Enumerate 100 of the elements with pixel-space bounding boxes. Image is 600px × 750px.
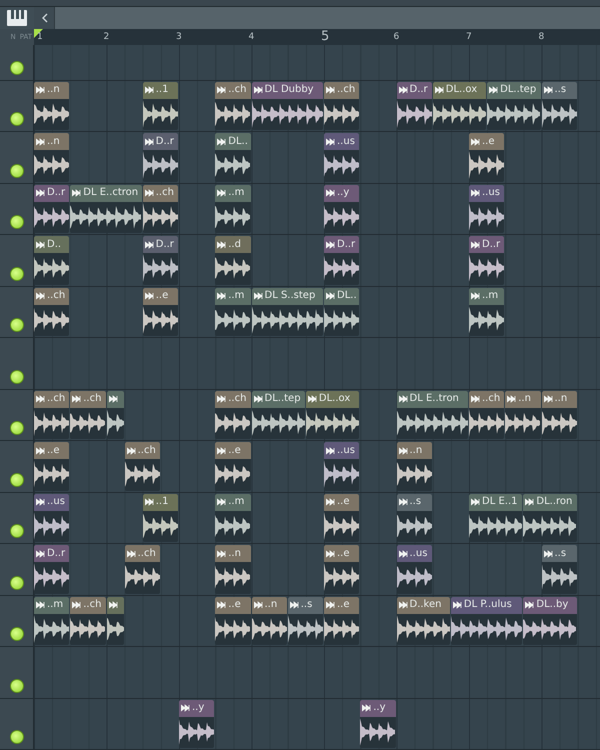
audio-clip[interactable]: DL..by <box>523 596 577 645</box>
audio-clip[interactable]: ..1 <box>142 82 178 130</box>
track-led[interactable] <box>10 60 24 74</box>
audio-clip[interactable]: DL E..tron <box>396 390 468 439</box>
audio-clip[interactable]: ..us <box>396 545 432 594</box>
audio-clip[interactable]: DL.. <box>215 133 250 182</box>
audio-clip[interactable]: ..us <box>324 133 360 182</box>
audio-clip[interactable]: ..e <box>34 442 70 490</box>
audio-clip[interactable]: DL.. <box>324 288 360 336</box>
audio-clip[interactable]: DL Dubby <box>252 82 323 130</box>
audio-clip[interactable]: ..n <box>215 545 250 594</box>
track-led[interactable] <box>10 318 24 332</box>
audio-clip[interactable]: ..e <box>215 596 250 645</box>
audio-clip[interactable]: ..d <box>215 236 250 284</box>
audio-clip[interactable]: DL E..1 <box>469 494 522 542</box>
audio-clip[interactable]: ..ch <box>469 390 504 439</box>
audio-clip[interactable]: ..us <box>34 494 70 542</box>
audio-clip[interactable]: D..r <box>396 82 432 130</box>
audio-clip[interactable]: ..s <box>288 596 323 645</box>
audio-clip[interactable]: ..e <box>324 596 360 645</box>
audio-clip[interactable]: DL..ox <box>306 390 360 439</box>
audio-clip[interactable]: ..us <box>324 442 360 490</box>
audio-clip[interactable]: D..r <box>142 133 178 182</box>
audio-clip[interactable]: ..n <box>542 390 577 439</box>
piano-button[interactable] <box>0 7 34 29</box>
audio-clip[interactable]: ..ch <box>34 390 70 439</box>
track-lane[interactable]: D.. D..r ..d D..r D..r <box>34 235 600 286</box>
track-lane[interactable]: ..us ..1 ..m ..e ..s DL E..1 DL..ron <box>34 492 600 543</box>
audio-clip[interactable]: ..ch <box>142 184 178 233</box>
track-lane[interactable]: ..e ..ch ..e ..us ..n <box>34 441 600 492</box>
audio-clip[interactable]: ..e <box>142 288 178 336</box>
track-lane[interactable]: D..r DL E..ctron ..ch ..m ..y ..us <box>34 184 600 234</box>
audio-clip[interactable]: ..m <box>215 494 250 542</box>
audio-clip[interactable]: ..s <box>542 82 577 130</box>
audio-clip[interactable]: ..n <box>252 596 287 645</box>
audio-clip[interactable]: ..ch <box>70 390 106 439</box>
audio-clip[interactable]: D.. <box>34 236 70 284</box>
audio-clip[interactable]: DL P..ulus <box>450 596 522 645</box>
audio-clip[interactable]: ..e <box>215 442 250 490</box>
audio-clip[interactable]: ..ch <box>124 442 160 490</box>
audio-clip[interactable]: ..1 <box>142 494 178 542</box>
track-lane[interactable]: ..ch ..e ..m DL S..step DL.. ..m <box>34 286 600 337</box>
audio-clip[interactable]: D..r <box>34 545 70 594</box>
audio-clip[interactable]: D..r <box>34 184 70 233</box>
audio-clip[interactable]: ..ch <box>215 82 250 130</box>
track-led[interactable] <box>10 215 24 229</box>
track-lane[interactable]: ..ch ..ch ..ch DL..tep DL..ox DL E..tron ..ch ..n ..n <box>34 390 600 440</box>
audio-clip[interactable]: ..e <box>324 545 360 594</box>
audio-clip[interactable]: ..y <box>360 700 396 748</box>
track-led[interactable] <box>10 266 24 280</box>
audio-clip[interactable]: D..r <box>142 236 178 284</box>
audio-clip[interactable]: ..n <box>34 82 70 130</box>
audio-clip[interactable]: ..y <box>179 700 214 748</box>
timeline-ruler[interactable]: 1 2 3 4 5 6 7 8 <box>34 28 600 44</box>
track-lane[interactable]: ..n ..1 ..ch DL Dubby ..ch D..r DL..ox DL..tep ..s <box>34 80 600 131</box>
audio-clip[interactable]: DL..ron <box>523 494 577 542</box>
audio-clip[interactable]: DL..tep <box>487 82 540 130</box>
waveform-drawing <box>34 562 70 592</box>
track-led[interactable] <box>10 678 24 692</box>
audio-clip[interactable]: ..s <box>396 494 432 542</box>
audio-clip[interactable]: ..us <box>469 184 504 233</box>
audio-clip[interactable]: DL..tep <box>252 390 305 439</box>
audio-clip[interactable]: D..r <box>469 236 504 284</box>
audio-clip[interactable]: ..ch <box>34 288 70 336</box>
audio-clip[interactable]: ..ch <box>124 545 160 594</box>
audio-clip[interactable]: ..n <box>34 133 70 182</box>
track-led[interactable] <box>10 730 24 744</box>
scroll-left-button[interactable] <box>34 7 54 29</box>
audio-clip[interactable]: ..ch <box>70 596 106 645</box>
audio-clip[interactable]: ..m <box>215 184 250 233</box>
track-led[interactable] <box>10 112 24 126</box>
track-lane[interactable]: ..n D..r DL.. ..us ..e <box>34 132 600 182</box>
audio-clip[interactable]: D..ken <box>396 596 450 645</box>
audio-clip[interactable]: ..ch <box>215 390 250 439</box>
track-led[interactable] <box>10 472 24 486</box>
audio-clip[interactable]: ..n <box>505 390 540 439</box>
audio-clip[interactable]: ..m <box>34 596 70 645</box>
audio-clip[interactable]: DL S..step <box>252 288 323 336</box>
audio-clip[interactable]: ..m <box>215 288 250 336</box>
audio-clip[interactable]: DL E..ctron <box>70 184 142 233</box>
audio-clip[interactable]: DL..ox <box>432 82 486 130</box>
audio-clip[interactable]: ..e <box>324 494 360 542</box>
track-led[interactable] <box>10 421 24 435</box>
track-led[interactable] <box>10 524 24 538</box>
track-led[interactable] <box>10 164 24 178</box>
audio-clip[interactable]: ..y <box>324 184 360 233</box>
audio-clip[interactable]: ..n <box>396 442 432 490</box>
track-led[interactable] <box>10 576 24 590</box>
audio-clip[interactable]: ..ch <box>324 82 360 130</box>
audio-clip[interactable]: ..m <box>469 288 504 336</box>
audio-clip[interactable] <box>106 390 124 439</box>
track-lane[interactable]: ..m ..ch ..e ..n ..s ..e D..ken DL P..ulus DL..by <box>34 596 600 646</box>
track-led[interactable] <box>10 627 24 641</box>
audio-clip[interactable] <box>106 596 124 645</box>
audio-clip[interactable]: ..e <box>469 133 504 182</box>
audio-clip[interactable]: D..r <box>324 236 360 284</box>
track-led[interactable] <box>10 370 24 384</box>
track-lane[interactable]: D..r ..ch ..n ..e ..us ..s <box>34 544 600 594</box>
audio-clip[interactable]: ..s <box>542 545 577 594</box>
track-lane[interactable]: ..y ..y <box>34 698 600 749</box>
